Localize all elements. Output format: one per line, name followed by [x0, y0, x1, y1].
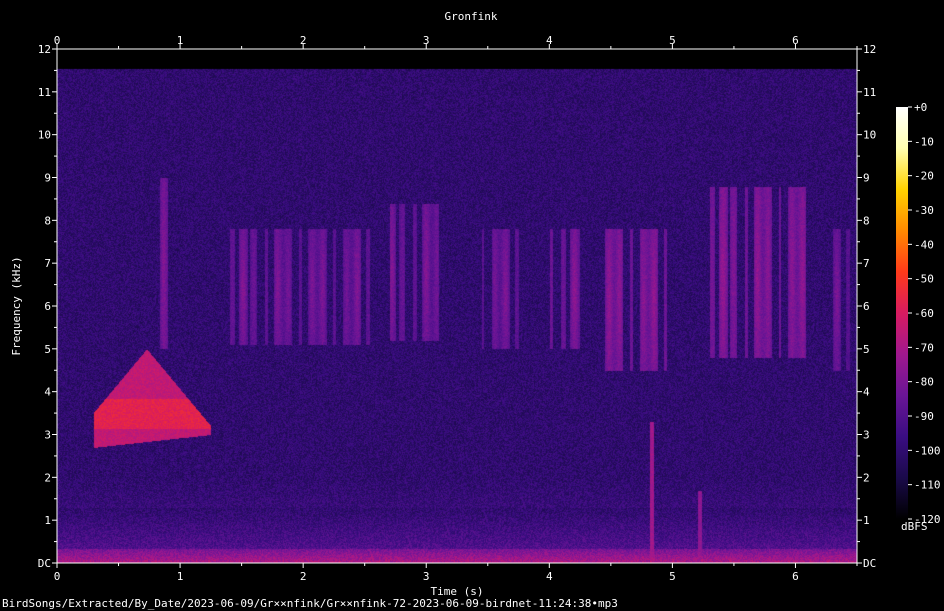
y-tick-label-left: 1 — [44, 514, 51, 527]
y-tick-label-right: 5 — [863, 343, 870, 356]
x-tick-label-top: 4 — [546, 34, 553, 47]
x-tick-label-top: 1 — [177, 34, 184, 47]
y-tick-label-right: 8 — [863, 214, 870, 227]
x-tick-label-top: 0 — [54, 34, 61, 47]
y-tick-label-right: 12 — [863, 43, 876, 56]
y-tick-label-left: 6 — [44, 300, 51, 313]
colorbar-tick-label: +0 — [914, 101, 927, 114]
colorbar-tick-label: -40 — [914, 238, 934, 251]
colorbar-tick-label: -80 — [914, 376, 934, 389]
colorbar-ticks: +0-10-20-30-40-50-60-70-80-90-100-110-12… — [908, 101, 941, 526]
colorbar-tick-label: -70 — [914, 341, 934, 354]
file-path-caption: BirdSongs/Extracted/By_Date/2023-06-09/G… — [2, 597, 618, 610]
x-tick-label-top: 5 — [669, 34, 676, 47]
x-tick-label-bottom: 5 — [669, 570, 676, 583]
y-tick-label-right: 9 — [863, 172, 870, 185]
colorbar-tick-label: -90 — [914, 410, 934, 423]
y-tick-label-left: 8 — [44, 214, 51, 227]
y-tick-label-right: 4 — [863, 386, 870, 399]
colorbar-tick-label: -50 — [914, 273, 934, 286]
y-tick-label-left: 10 — [38, 129, 51, 142]
y-tick-label-left: 11 — [38, 86, 51, 99]
colorbar-tick-label: -110 — [914, 479, 941, 492]
y-tick-label-left: 12 — [38, 43, 51, 56]
y-tick-label-right: 1 — [863, 514, 870, 527]
x-tick-label-bottom: 0 — [54, 570, 61, 583]
y-tick-label-left: 3 — [44, 429, 51, 442]
colorbar-tick-label: -20 — [914, 170, 934, 183]
y-tick-label-left: 2 — [44, 471, 51, 484]
x-tick-label-bottom: 1 — [177, 570, 184, 583]
colorbar-tick-label: -60 — [914, 307, 934, 320]
colorbar-tick-label: -100 — [914, 444, 941, 457]
y-tick-label-right: 10 — [863, 129, 876, 142]
y-tick-label-left: DC — [38, 557, 51, 570]
colorbar-tick-label: -10 — [914, 135, 934, 148]
y-tick-label-right: 3 — [863, 429, 870, 442]
y-tick-label-right: 2 — [863, 471, 870, 484]
y-tick-label-right: DC — [863, 557, 876, 570]
spectrogram-heatmap — [57, 49, 857, 563]
chart-title: Gronfink — [445, 10, 498, 23]
x-tick-label-bottom: 4 — [546, 570, 553, 583]
x-tick-label-bottom: 6 — [792, 570, 799, 583]
y-axis-label: Frequency (kHz) — [10, 256, 23, 355]
spectrogram-figure: Gronfink 00112233445566DC DC1 12 23 34 45 56 67… — [10, 10, 941, 598]
y-tick-label-left: 7 — [44, 257, 51, 270]
y-tick-label-left: 5 — [44, 343, 51, 356]
y-tick-label-left: 9 — [44, 172, 51, 185]
colorbar-tick-label: -30 — [914, 204, 934, 217]
y-tick-label-right: 7 — [863, 257, 870, 270]
x-tick-label-bottom: 3 — [423, 570, 430, 583]
colorbar — [896, 107, 908, 519]
x-tick-label-bottom: 2 — [300, 570, 307, 583]
x-tick-label-top: 3 — [423, 34, 430, 47]
colorbar-label: dBFS — [901, 520, 928, 533]
y-tick-label-right: 6 — [863, 300, 870, 313]
y-tick-label-left: 4 — [44, 386, 51, 399]
x-tick-label-top: 6 — [792, 34, 799, 47]
x-tick-label-top: 2 — [300, 34, 307, 47]
y-tick-label-right: 11 — [863, 86, 876, 99]
